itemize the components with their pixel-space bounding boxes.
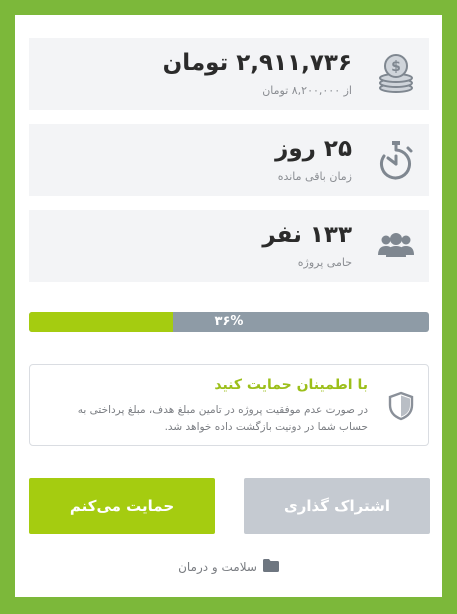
coins-icon: $ bbox=[373, 50, 419, 96]
backers-label: حامی پروژه bbox=[297, 256, 352, 269]
guarantee-title: با اطمینان حمایت کنید bbox=[214, 377, 368, 393]
days-left-value: ۲۵ روز bbox=[275, 136, 352, 162]
category-label[interactable]: سلامت و درمان bbox=[178, 560, 257, 574]
backers-count-value: ۱۳۳ نفر bbox=[262, 222, 352, 248]
raised-amount-value: ۲,۹۱۱,۷۳۶ تومان bbox=[162, 50, 352, 76]
progress-percent-label: ۳۶% bbox=[214, 314, 244, 329]
days-left-label: زمان باقی مانده bbox=[277, 170, 352, 183]
raised-amount-panel: $ ۲,۹۱۱,۷۳۶ تومان از ۸,۲۰۰,۰۰۰ تومان bbox=[29, 38, 429, 110]
support-button[interactable]: حمایت می‌کنم bbox=[29, 478, 215, 534]
svg-text:$: $ bbox=[391, 59, 401, 75]
goal-amount-label: از ۸,۲۰۰,۰۰۰ تومان bbox=[262, 84, 352, 97]
time-remaining-panel: ۲۵ روز زمان باقی مانده bbox=[29, 124, 429, 196]
guarantee-notice: با اطمینان حمایت کنید در صورت عدم موفقیت… bbox=[29, 364, 429, 446]
project-category[interactable]: سلامت و درمان bbox=[15, 559, 442, 575]
stopwatch-icon bbox=[373, 136, 419, 182]
share-button[interactable]: اشتراک گذاری bbox=[244, 478, 430, 534]
users-icon bbox=[373, 222, 419, 268]
folder-icon bbox=[262, 559, 279, 575]
guarantee-text: در صورت عدم موفقیت پروژه در تامین مبلغ ه… bbox=[77, 404, 368, 433]
funding-progress-bar: ۳۶% bbox=[29, 312, 429, 332]
shield-icon bbox=[388, 391, 414, 421]
backers-panel: ۱۳۳ نفر حامی پروژه bbox=[29, 210, 429, 282]
funding-card: $ ۲,۹۱۱,۷۳۶ تومان از ۸,۲۰۰,۰۰۰ تومان ۲۵ … bbox=[15, 15, 442, 597]
